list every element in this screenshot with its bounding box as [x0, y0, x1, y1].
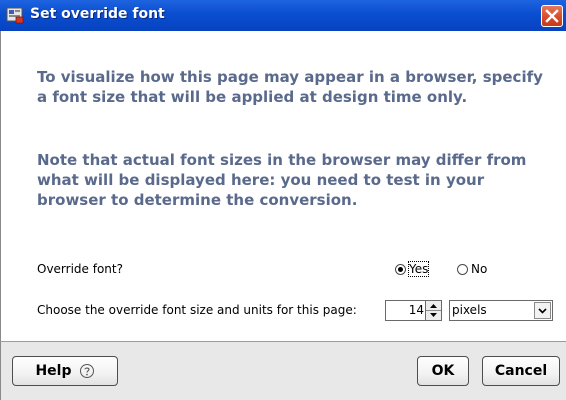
radio-no-indicator[interactable]: [457, 263, 468, 275]
dialog-content: To visualize how this page may appear in…: [0, 31, 566, 341]
font-size-label: Choose the override font size and units …: [37, 303, 357, 317]
title-bar: Set override font: [0, 0, 566, 31]
help-button[interactable]: Help: [12, 356, 118, 386]
arrow-up-icon: [430, 304, 437, 308]
font-size-value[interactable]: 14: [409, 303, 424, 317]
arrow-down-icon: [430, 313, 437, 317]
instruction-paragraph: To visualize how this page may appear in…: [37, 68, 543, 106]
dialog-footer: Help OK Cancel: [0, 341, 566, 400]
ok-button[interactable]: OK: [417, 356, 469, 386]
font-size-spinner[interactable]: 14: [385, 300, 442, 321]
app-icon: [6, 7, 24, 24]
units-dropdown[interactable]: pixels: [449, 300, 553, 321]
spinner-down-button[interactable]: [426, 311, 441, 320]
radio-yes-indicator[interactable]: [395, 263, 406, 275]
help-button-label: Help: [35, 363, 72, 379]
radio-no-label[interactable]: No: [471, 262, 487, 276]
close-icon: [545, 9, 559, 23]
spinner-buttons: [425, 301, 441, 320]
units-value[interactable]: pixels: [452, 303, 487, 317]
override-font-label: Override font?: [37, 262, 123, 276]
chevron-down-icon: [538, 308, 547, 314]
close-button[interactable]: [541, 5, 563, 27]
radio-no[interactable]: No: [457, 261, 487, 277]
dialog-title: Set override font: [30, 6, 165, 22]
help-circle-icon: [79, 364, 94, 378]
spinner-up-button[interactable]: [426, 301, 441, 311]
cancel-button[interactable]: Cancel: [482, 356, 560, 386]
dropdown-button[interactable]: [534, 302, 551, 319]
radio-yes[interactable]: Yes: [395, 261, 430, 277]
radio-yes-label[interactable]: Yes: [407, 261, 430, 277]
note-paragraph: Note that actual font sizes in the brows…: [37, 151, 527, 209]
